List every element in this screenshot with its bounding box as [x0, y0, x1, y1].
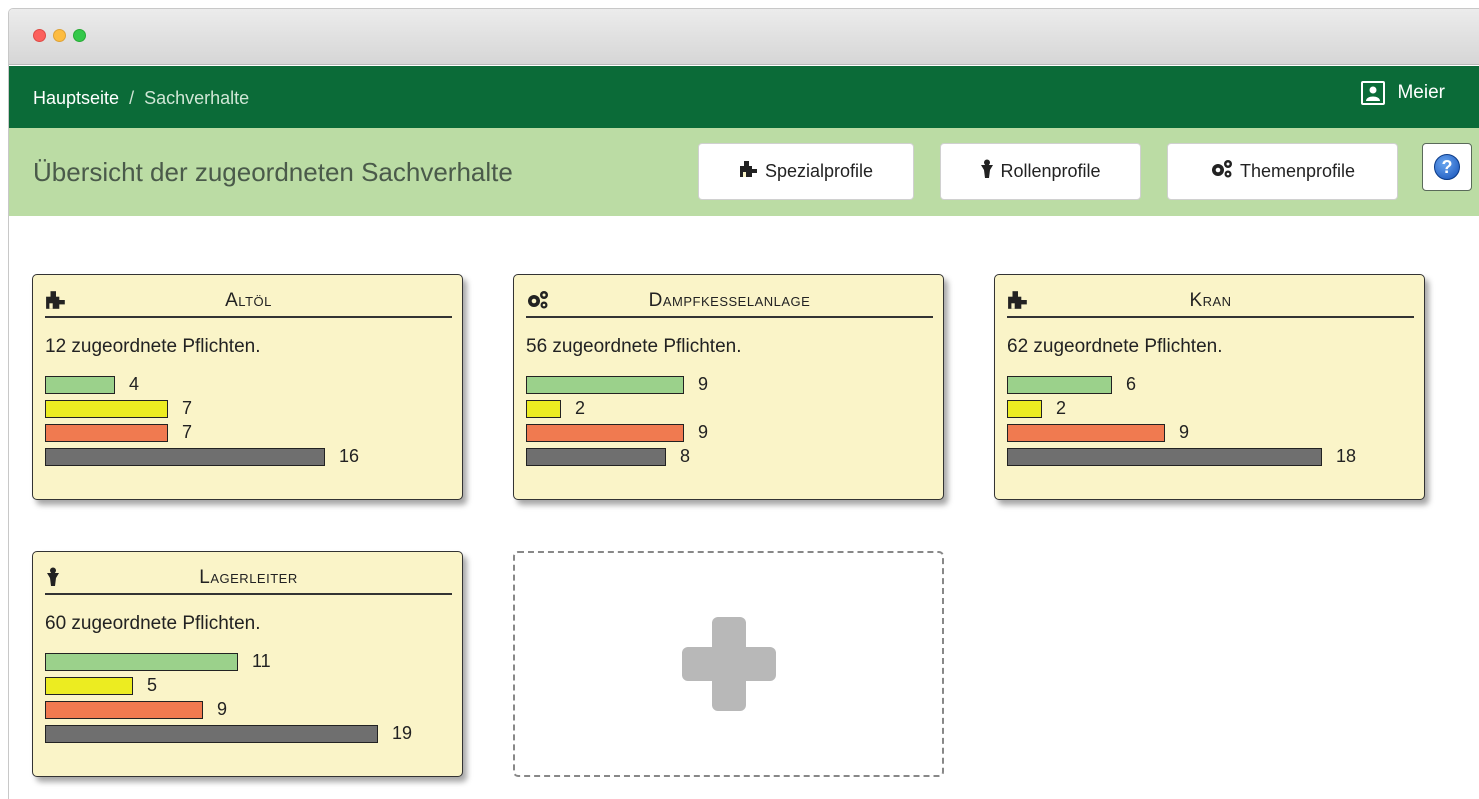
card-duty-count: 60 zugeordnete Pflichten.	[45, 613, 261, 634]
bar-row: 7	[45, 398, 445, 422]
bar-row: 6	[1007, 374, 1407, 398]
card-title: Altöl	[225, 290, 272, 311]
bar-row: 9	[1007, 422, 1407, 446]
page-title: Übersicht der zugeordneten Sachverhalte	[33, 157, 513, 187]
bar-row: 2	[526, 398, 926, 422]
special-profiles-label: Spezialprofile	[764, 161, 874, 181]
bar-value: 9	[1179, 422, 1190, 442]
yellow-bar	[526, 400, 561, 418]
case-card-dampfkesselanlage[interactable]: Dampfkesselanlage 56 zugeordnete Pflicht…	[513, 274, 944, 500]
green-bar	[1007, 376, 1112, 394]
bar-value: 2	[575, 398, 586, 418]
card-header: Dampfkesselanlage	[526, 288, 933, 318]
top-navbar: Hauptseite / Sachverhalte Meier	[9, 66, 1479, 128]
user-menu[interactable]: Meier	[1361, 81, 1445, 105]
bar-row: 4	[45, 374, 445, 398]
red-bar	[1007, 424, 1165, 442]
bar-value: 4	[129, 374, 140, 394]
green-bar	[526, 376, 684, 394]
card-bars: 11 5 9 19	[45, 651, 445, 747]
breadcrumb: Hauptseite / Sachverhalte	[33, 88, 249, 109]
bar-value: 11	[252, 651, 271, 671]
bar-row: 9	[526, 422, 926, 446]
bar-value: 6	[1126, 374, 1137, 394]
yellow-bar	[1007, 400, 1042, 418]
green-bar	[45, 376, 115, 394]
gray-bar	[45, 725, 378, 743]
card-duty-count: 56 zugeordnete Pflichten.	[526, 336, 742, 357]
breadcrumb-separator: /	[129, 88, 135, 108]
card-header: Altöl	[45, 288, 452, 318]
case-card-lagerleiter[interactable]: Lagerleiter 60 zugeordnete Pflichten. 11…	[32, 551, 463, 777]
case-card-altoel[interactable]: Altöl 12 zugeordnete Pflichten. 4 7 7 16	[32, 274, 463, 500]
card-duty-count: 62 zugeordnete Pflichten.	[1007, 336, 1223, 357]
card-header: Kran	[1007, 288, 1414, 318]
card-title: Dampfkesselanlage	[648, 290, 811, 311]
topic-profiles-button[interactable]: Themenprofile	[1167, 143, 1398, 200]
window-titlebar	[9, 9, 1479, 65]
gray-bar	[1007, 448, 1322, 466]
puzzle-icon	[739, 160, 759, 183]
card-bars: 4 7 7 16	[45, 374, 445, 470]
minimize-window-button[interactable]	[53, 29, 66, 42]
bar-row: 19	[45, 723, 445, 747]
app-window: Hauptseite / Sachverhalte Meier Übersich…	[8, 8, 1479, 799]
special-profiles-button[interactable]: Spezialprofile	[698, 143, 914, 200]
red-bar	[45, 424, 168, 442]
card-bars: 6 2 9 18	[1007, 374, 1407, 470]
bar-value: 19	[392, 723, 413, 743]
help-button[interactable]: ?	[1422, 143, 1472, 191]
bar-row: 9	[45, 699, 445, 723]
user-icon	[1361, 81, 1386, 105]
role-profiles-label: Rollenprofile	[1000, 161, 1101, 181]
gray-bar	[526, 448, 666, 466]
bar-value: 9	[698, 374, 709, 394]
bar-value: 9	[698, 422, 709, 442]
card-duty-count: 12 zugeordnete Pflichten.	[45, 336, 261, 357]
bar-row: 9	[526, 374, 926, 398]
bar-value: 16	[339, 446, 360, 466]
bar-value: 7	[182, 398, 193, 418]
red-bar	[45, 701, 203, 719]
gray-bar	[45, 448, 325, 466]
user-name: Meier	[1397, 82, 1445, 103]
card-title: Lagerleiter	[199, 567, 298, 588]
person-icon	[980, 159, 994, 184]
card-header: Lagerleiter	[45, 565, 452, 595]
yellow-bar	[45, 400, 168, 418]
card-title: Kran	[1189, 290, 1232, 311]
case-card-kran[interactable]: Kran 62 zugeordnete Pflichten. 6 2 9 18	[994, 274, 1425, 500]
maximize-window-button[interactable]	[73, 29, 86, 42]
bar-value: 2	[1056, 398, 1067, 418]
plus-icon	[681, 617, 776, 711]
breadcrumb-current: Sachverhalte	[144, 88, 250, 108]
bar-row: 16	[45, 446, 445, 470]
bar-row: 18	[1007, 446, 1407, 470]
close-window-button[interactable]	[33, 29, 46, 42]
bar-row: 11	[45, 651, 445, 675]
bar-value: 8	[680, 446, 691, 466]
add-case-card[interactable]	[513, 551, 944, 777]
bar-row: 5	[45, 675, 445, 699]
bar-value: 7	[182, 422, 193, 442]
green-bar	[45, 653, 238, 671]
bar-value: 9	[217, 699, 228, 719]
bar-row: 8	[526, 446, 926, 470]
breadcrumb-home-link[interactable]: Hauptseite	[33, 88, 119, 109]
bar-value: 18	[1336, 446, 1357, 466]
yellow-bar	[45, 677, 133, 695]
bar-value: 5	[147, 675, 158, 695]
bar-row: 7	[45, 422, 445, 446]
profile-toolbar: Übersicht der zugeordneten Sachverhalte …	[9, 128, 1479, 216]
role-profiles-button[interactable]: Rollenprofile	[940, 143, 1141, 200]
red-bar	[526, 424, 684, 442]
gears-icon	[1210, 159, 1234, 184]
help-icon: ?	[1434, 154, 1460, 180]
topic-profiles-label: Themenprofile	[1239, 161, 1356, 181]
card-bars: 9298	[526, 374, 926, 470]
bar-row: 2	[1007, 398, 1407, 422]
